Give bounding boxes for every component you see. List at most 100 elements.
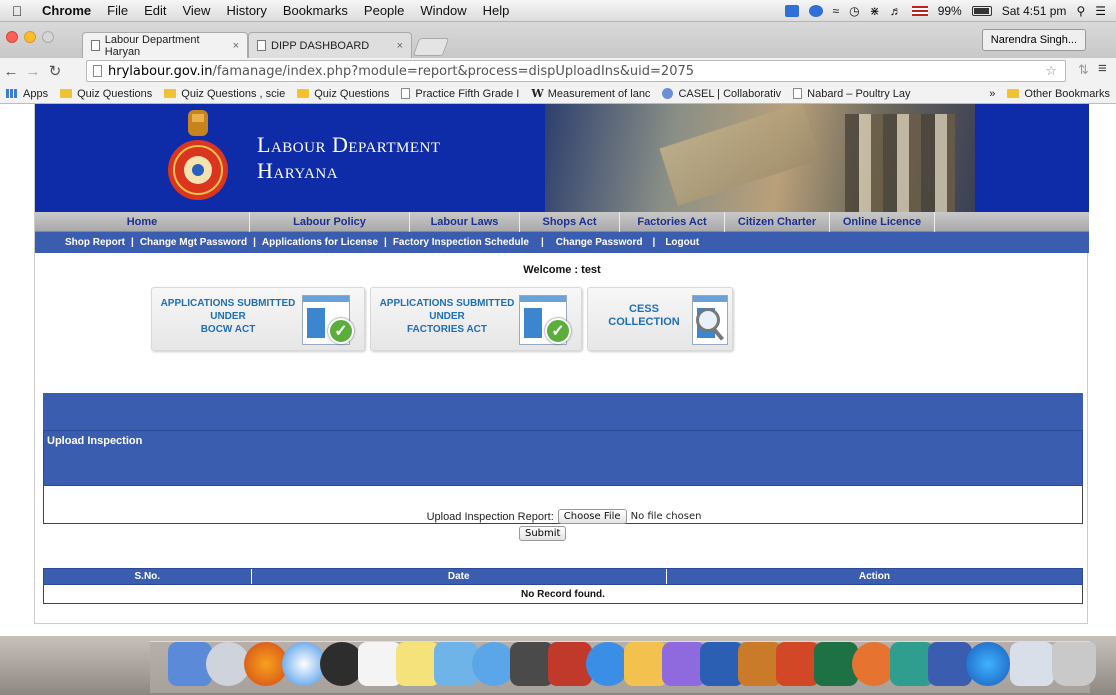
bookmark-label: Other Bookmarks [1024,87,1110,100]
tab-close-icon[interactable]: × [233,40,239,52]
subnav-change-password[interactable]: Change Password [556,237,643,248]
magnifier-icon [696,308,720,332]
nav-labour-laws[interactable]: Labour Laws [410,211,520,232]
tab-dipp-dashboard[interactable]: DIPP DASHBOARD × [248,32,412,58]
time-machine-icon[interactable]: ◷ [849,4,859,18]
battery-percent: 99% [937,3,962,18]
site-title-line1: Labour Department [257,132,441,157]
chrome-icon[interactable] [966,642,1010,686]
browser-toolbar: ← → ↻ hrylabour.gov.in/famanage/index.ph… [0,58,1116,84]
tab-labour-department[interactable]: Labour Department Haryan × [82,32,248,58]
trash-icon[interactable] [1052,642,1096,686]
subnav-factory-inspection-schedule[interactable]: Factory Inspection Schedule [393,237,529,248]
extension-icon[interactable]: ⇅ [1078,62,1089,78]
records-empty-row: No Record found. [43,585,1083,604]
upload-form: Upload Inspection Report: Choose File No… [43,486,1083,524]
bookmark-quiz-questions-2[interactable]: Quiz Questions , scie [158,88,291,100]
bookmark-star-icon[interactable]: ☆ [1045,64,1057,79]
site-container: Labour Department Haryana Home Labour Po… [34,104,1089,624]
file-status: No file chosen [630,511,702,522]
menu-file[interactable]: File [99,3,136,18]
menu-app-name[interactable]: Chrome [34,3,99,18]
bookmark-label: Nabard – Poultry Lay [807,87,911,100]
url-path: /famanage/index.php?module=report&proces… [212,63,695,79]
bookmark-label: Practice Fifth Grade I [415,87,520,100]
card-line2: UNDER [210,311,246,322]
mac-dock [0,636,1116,695]
nav-labour-policy[interactable]: Labour Policy [250,211,410,232]
submit-button[interactable]: Submit [519,526,567,541]
bookmark-practice-fifth-grade[interactable]: Practice Fifth Grade I [395,88,525,100]
page-info-icon[interactable] [93,65,102,77]
nav-citizen-charter[interactable]: Citizen Charter [725,211,830,232]
menu-window[interactable]: Window [412,3,474,18]
nav-shops-act[interactable]: Shops Act [520,211,620,232]
status-area: ≈ ◷ ⋇ ♬ 99% Sat 4:51 pm ⚲ ☰ [784,3,1116,18]
card-line3: FACTORIES ACT [406,324,487,335]
menu-help[interactable]: Help [475,3,518,18]
card-line1: CESS [629,303,659,315]
spotlight-icon[interactable]: ⚲ [1076,4,1085,18]
profile-button[interactable]: Narendra Singh... [981,29,1086,51]
bookmark-label: Quiz Questions , scie [181,87,286,100]
clock[interactable]: Sat 4:51 pm [1002,4,1067,18]
bluetooth-icon[interactable]: ⋇ [870,4,880,18]
subnav-change-mgt-password[interactable]: Change Mgt Password [140,237,247,248]
subnav-applications-for-license[interactable]: Applications for License [262,237,378,248]
back-arrow-icon[interactable]: ← [0,63,22,80]
nav-factories-act[interactable]: Factories Act [620,211,725,232]
card-text: APPLICATIONS SUBMITTED UNDER FACTORIES A… [377,297,517,336]
window-controls [6,31,54,43]
input-source-flag-icon[interactable] [911,5,928,16]
bookmark-label: Quiz Questions [314,87,390,100]
reload-icon[interactable]: ↻ [44,62,66,80]
address-bar[interactable]: hrylabour.gov.in/famanage/index.php?modu… [86,60,1066,82]
close-window-icon[interactable] [6,31,18,43]
card-line2: COLLECTION [608,316,680,328]
wifi-icon[interactable]: ≈ [833,4,840,18]
card-bocw-act[interactable]: APPLICATIONS SUBMITTED UNDER BOCW ACT ✓ [151,287,365,351]
site-banner: Labour Department Haryana [35,104,1089,212]
new-tab-button[interactable] [412,38,450,56]
mac-menu-bar:  Chrome File Edit View History Bookmark… [0,0,1116,22]
subnav-logout[interactable]: Logout [665,237,699,248]
menu-bookmarks[interactable]: Bookmarks [275,3,356,18]
bookmark-other-bookmarks[interactable]: Other Bookmarks [1001,88,1116,100]
bookmark-nabard[interactable]: Nabard – Poultry Lay [787,88,916,100]
battery-icon[interactable] [971,5,992,16]
bookmark-quiz-questions-3[interactable]: Quiz Questions [291,88,395,100]
nav-home[interactable]: Home [35,211,250,232]
minimize-window-icon[interactable] [24,31,36,43]
upload-label: Upload Inspection Report: [426,510,554,523]
menu-view[interactable]: View [174,3,218,18]
bookmark-label: CASEL | Collaborativ [678,87,782,100]
bookmark-apps[interactable]: Apps [0,88,54,100]
forward-arrow-icon[interactable]: → [22,63,44,80]
menu-edit[interactable]: Edit [136,3,174,18]
bookmark-quiz-questions-1[interactable]: Quiz Questions [54,88,158,100]
volume-icon[interactable]: ♬ [890,4,902,18]
tab-close-icon[interactable]: × [397,40,403,52]
nav-online-licence[interactable]: Online Licence [830,211,935,232]
menu-people[interactable]: People [356,3,412,18]
dropbox-icon[interactable] [784,4,799,17]
bookmarks-overflow-button[interactable]: » [983,88,1001,100]
bookmark-casel[interactable]: CASEL | Collaborativ [656,88,787,100]
menu-history[interactable]: History [218,3,274,18]
chrome-menu-icon[interactable]: ≡ [1098,60,1107,77]
card-text: APPLICATIONS SUBMITTED UNDER BOCW ACT [158,297,298,336]
notification-center-icon[interactable]: ☰ [1095,4,1106,18]
upload-row: Upload Inspection Report: Choose File No… [44,509,1084,524]
zoom-window-icon[interactable] [42,31,54,43]
sync-icon[interactable] [808,4,823,17]
card-line3: BOCW ACT [200,324,256,335]
downloads-stack-icon[interactable] [1010,642,1054,686]
subnav-shop-report[interactable]: Shop Report [65,237,125,248]
apple-menu-icon[interactable]:  [0,3,34,19]
bookmark-measurement[interactable]: W Measurement of lanc [525,87,656,100]
choose-file-button[interactable]: Choose File [557,509,627,524]
card-factories-act[interactable]: APPLICATIONS SUBMITTED UNDER FACTORIES A… [370,287,582,351]
bookmarks-bar: Apps Quiz Questions Quiz Questions , sci… [0,84,1116,104]
tab-label: Labour Department Haryan [104,33,200,58]
card-cess-collection[interactable]: CESS COLLECTION [587,287,733,351]
